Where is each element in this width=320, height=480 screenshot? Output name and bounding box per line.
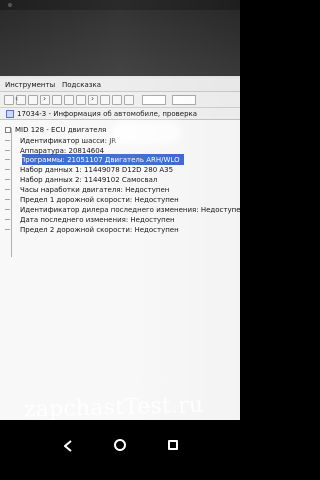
tree-branch-line: [5, 189, 10, 190]
tree-item-label: Часы наработки двигателя: Недоступен: [20, 186, 170, 194]
tree-vertical-line: [11, 128, 12, 257]
menu-tools[interactable]: Инструменты: [5, 81, 55, 89]
recent-apps-icon[interactable]: [168, 440, 178, 450]
document-title: 17034-3 - Информация об автомобиле, пров…: [17, 110, 198, 118]
home-icon[interactable]: [114, 439, 126, 451]
chevron-left-icon: ‹: [15, 94, 19, 103]
phone-nav-bar: [0, 420, 240, 480]
tree-item-label: Программы: 21051107 Двигатель ARH/WLO: [20, 156, 180, 164]
toolbar-button-5[interactable]: [52, 95, 62, 105]
watermark-text: zapchastTest.ru: [23, 392, 204, 420]
tree-branch-line: [5, 150, 10, 151]
tree-item-label: Идентификатор шасси: JR: [20, 137, 117, 145]
chevron-right-icon: ›: [43, 94, 47, 103]
camera-dot: [8, 3, 12, 7]
tree-item-label: Дата последнего изменения: Недоступен: [20, 216, 175, 224]
tree-branch-line: [5, 169, 10, 170]
tree-view: [0, 120, 240, 420]
tree-item-label: Аппаратура: 20814604: [20, 147, 105, 155]
tree-branch-line: [5, 159, 10, 160]
tree-item-label: Предел 1 дорожной скорости: Недоступен: [20, 196, 179, 204]
dark-window-frame: [0, 10, 240, 76]
back-icon[interactable]: [64, 440, 72, 452]
tree-item-label: Предел 2 дорожной скорости: Недоступен: [20, 226, 179, 234]
tree-item-label: Набор данных 2: 11449102 Самосвал: [20, 176, 158, 184]
tree-item-label: Набор данных 1: 11449078 D12D 280 A35: [20, 166, 174, 174]
window-frame-dark: [0, 10, 240, 76]
toolbar-button-3[interactable]: [28, 95, 38, 105]
tree-branch-line: [5, 219, 10, 220]
menu-help[interactable]: Подсказка: [62, 81, 101, 89]
tree-expand-icon[interactable]: [5, 127, 11, 133]
toolbar-button-11[interactable]: [124, 95, 134, 105]
tree-root-label: MID 128 - ECU двигателя: [15, 126, 107, 134]
tree-branch-line: [5, 140, 10, 141]
document-title-bar: 17034-3 - Информация об автомобиле, пров…: [0, 108, 240, 120]
phone-screen: Инструменты Подсказка ‹ › › 17034-3 - Ин…: [0, 0, 240, 420]
toolbar: ‹ › ›: [0, 92, 240, 108]
toolbar-input-2[interactable]: [172, 95, 196, 105]
toolbar-button-1[interactable]: [4, 95, 14, 105]
toolbar-button-6[interactable]: [64, 95, 74, 105]
tree-branch-line: [5, 229, 10, 230]
toolbar-input-1[interactable]: [142, 95, 166, 105]
blurred-redaction: [116, 126, 178, 140]
menu-bar: Инструменты Подсказка: [0, 78, 240, 92]
toolbar-button-7[interactable]: [76, 95, 86, 105]
toolbar-button-10[interactable]: [112, 95, 122, 105]
chevron-right-icon-2: ›: [91, 94, 95, 103]
document-icon: [6, 110, 14, 118]
toolbar-button-9[interactable]: [100, 95, 110, 105]
tree-branch-line: [5, 179, 10, 180]
tree-item-label: Идентификатор дилера последнего изменени…: [20, 206, 240, 214]
tree-branch-line: [5, 199, 10, 200]
tree-branch-line: [5, 209, 10, 210]
phone-top-bar: [0, 0, 240, 10]
